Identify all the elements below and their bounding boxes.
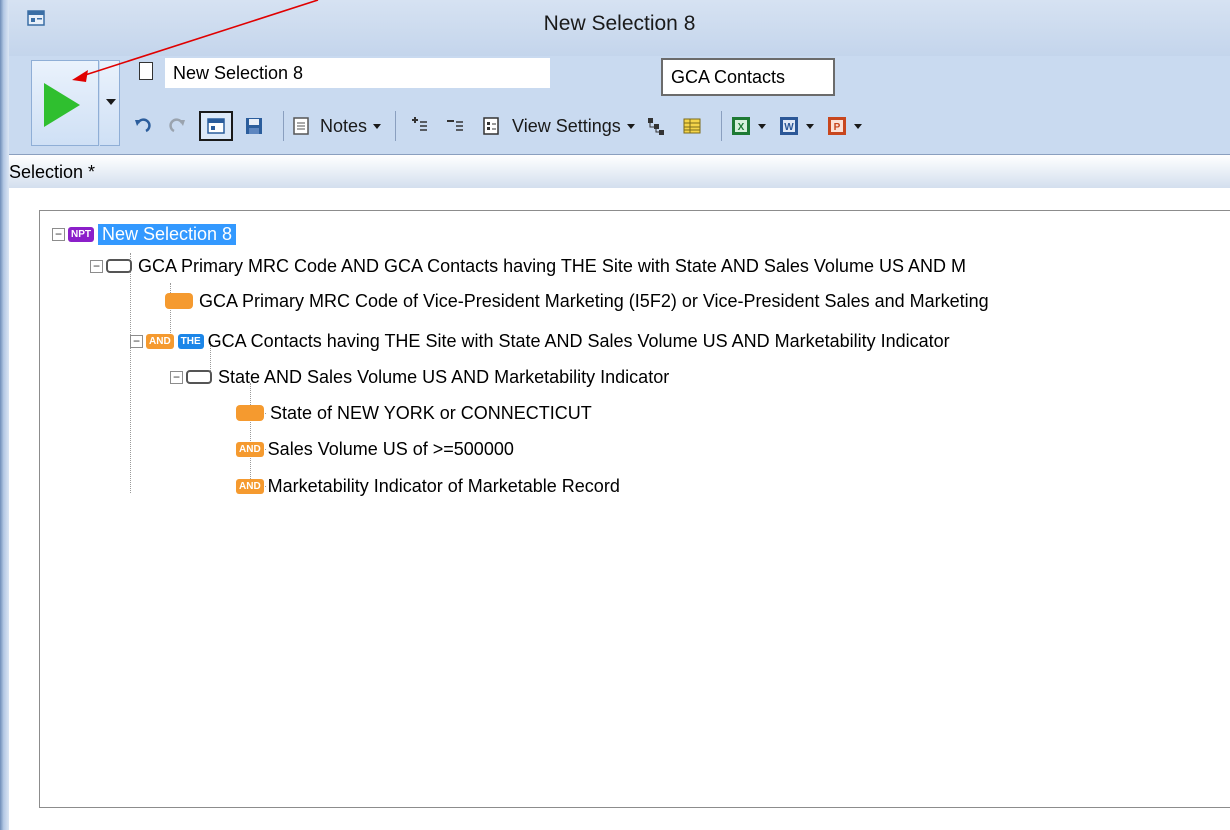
tree-node-label: New Selection 8 (98, 223, 237, 245)
chevron-down-icon (106, 99, 116, 105)
selection-tab[interactable]: Selection * (9, 162, 95, 182)
redo-icon (169, 118, 185, 133)
tree-node-criteria[interactable]: GCA Primary MRC Code of Vice-President M… (165, 286, 989, 316)
criteria-icon (236, 405, 264, 421)
add-above-button[interactable] (404, 111, 434, 141)
table-name-field[interactable]: GCA Contacts (661, 58, 835, 96)
tree-connector (130, 253, 132, 493)
notes-button[interactable]: Notes (292, 111, 382, 141)
tree-node-criteria[interactable]: AND Sales Volume US of >=500000 (236, 434, 514, 464)
window-title: New Selection 8 (543, 12, 696, 35)
group-icon (186, 370, 212, 384)
npt-badge-icon: NPT (68, 226, 94, 242)
details-button[interactable] (476, 111, 506, 141)
columns-icon (683, 118, 701, 134)
remove-node-button[interactable] (440, 111, 470, 141)
group-icon (106, 259, 132, 273)
svg-text:W: W (784, 122, 794, 133)
run-button[interactable] (31, 60, 99, 146)
tree-node-criteria[interactable]: AND Marketability Indicator of Marketabl… (236, 471, 620, 501)
add-node-icon (412, 117, 428, 131)
selection-tree: − NPT New Selection 8 − GCA Primary MRC … (39, 210, 1230, 808)
chevron-down-icon (805, 123, 814, 129)
collapse-icon[interactable]: − (52, 227, 65, 241)
view-settings-label: View Settings (512, 115, 621, 136)
undo-button[interactable] (127, 111, 157, 141)
tree-node-group[interactable]: − AND THE GCA Contacts having THE Site w… (130, 326, 950, 356)
toolbar: GCA Contacts Notes (9, 56, 1230, 154)
properties-icon (207, 118, 225, 134)
title-bar: New Selection 8 (9, 0, 1230, 56)
play-icon (44, 83, 80, 127)
tree-node-root[interactable]: − NPT New Selection 8 (52, 219, 237, 249)
notes-label: Notes (320, 115, 368, 136)
tree-node-label: State of NEW YORK or CONNECTICUT (270, 402, 592, 423)
export-powerpoint-button[interactable]: P (826, 111, 862, 141)
document-icon (139, 62, 153, 80)
redo-button[interactable] (163, 111, 193, 141)
word-icon: W (779, 117, 798, 135)
notes-icon (293, 117, 309, 135)
export-excel-button[interactable]: X (730, 111, 766, 141)
save-button[interactable] (239, 111, 269, 141)
chevron-down-icon (757, 123, 766, 129)
tree-node-group[interactable]: − GCA Primary MRC Code AND GCA Contacts … (90, 251, 966, 281)
window-left-edge (0, 0, 9, 830)
toolbar-button-row: Notes View Settings X W P (127, 108, 868, 144)
run-dropdown-button[interactable] (100, 60, 120, 146)
details-icon (483, 117, 499, 135)
svg-text:P: P (833, 122, 840, 133)
hierarchy-button[interactable] (641, 111, 671, 141)
hierarchy-icon (647, 118, 664, 135)
powerpoint-icon: P (827, 117, 846, 135)
tree-node-label: Sales Volume US of >=500000 (267, 438, 514, 459)
collapse-icon[interactable]: − (130, 334, 143, 348)
selection-name-input[interactable] (165, 58, 550, 88)
columns-button[interactable] (677, 111, 707, 141)
tree-node-label: GCA Contacts having THE Site with State … (207, 330, 950, 351)
chevron-down-icon (853, 123, 862, 129)
collapse-icon[interactable]: − (170, 370, 183, 384)
tree-node-criteria[interactable]: State of NEW YORK or CONNECTICUT (236, 398, 592, 428)
the-badge-icon: THE (177, 333, 204, 349)
properties-toggle-button[interactable] (199, 111, 233, 141)
excel-icon: X (731, 117, 750, 135)
export-word-button[interactable]: W (778, 111, 814, 141)
and-badge-icon: AND (236, 441, 264, 457)
chevron-down-icon (373, 123, 382, 129)
view-settings-button[interactable]: View Settings (512, 111, 635, 141)
tree-node-label: State AND Sales Volume US AND Marketabil… (218, 366, 670, 387)
and-badge-icon: AND (236, 478, 264, 494)
collapse-icon[interactable]: − (90, 259, 103, 273)
tree-node-group[interactable]: − State AND Sales Volume US AND Marketab… (170, 362, 669, 392)
tree-node-label: GCA Primary MRC Code of Vice-President M… (199, 290, 989, 311)
toolbar-separator (283, 111, 284, 141)
selection-tab-bar: Selection * (9, 154, 1230, 188)
toolbar-separator (720, 111, 722, 141)
criteria-icon (165, 293, 193, 309)
undo-icon (135, 118, 151, 133)
save-icon (246, 118, 262, 134)
tree-node-label: GCA Primary MRC Code AND GCA Contacts ha… (138, 255, 966, 276)
toolbar-separator (395, 111, 397, 141)
remove-node-icon (447, 120, 464, 131)
tree-node-label: Marketability Indicator of Marketable Re… (267, 475, 620, 496)
svg-text:X: X (737, 122, 744, 133)
selection-window: New Selection 8 GCA Contacts (9, 0, 1230, 830)
and-badge-icon: AND (146, 333, 174, 349)
chevron-down-icon (626, 123, 635, 129)
